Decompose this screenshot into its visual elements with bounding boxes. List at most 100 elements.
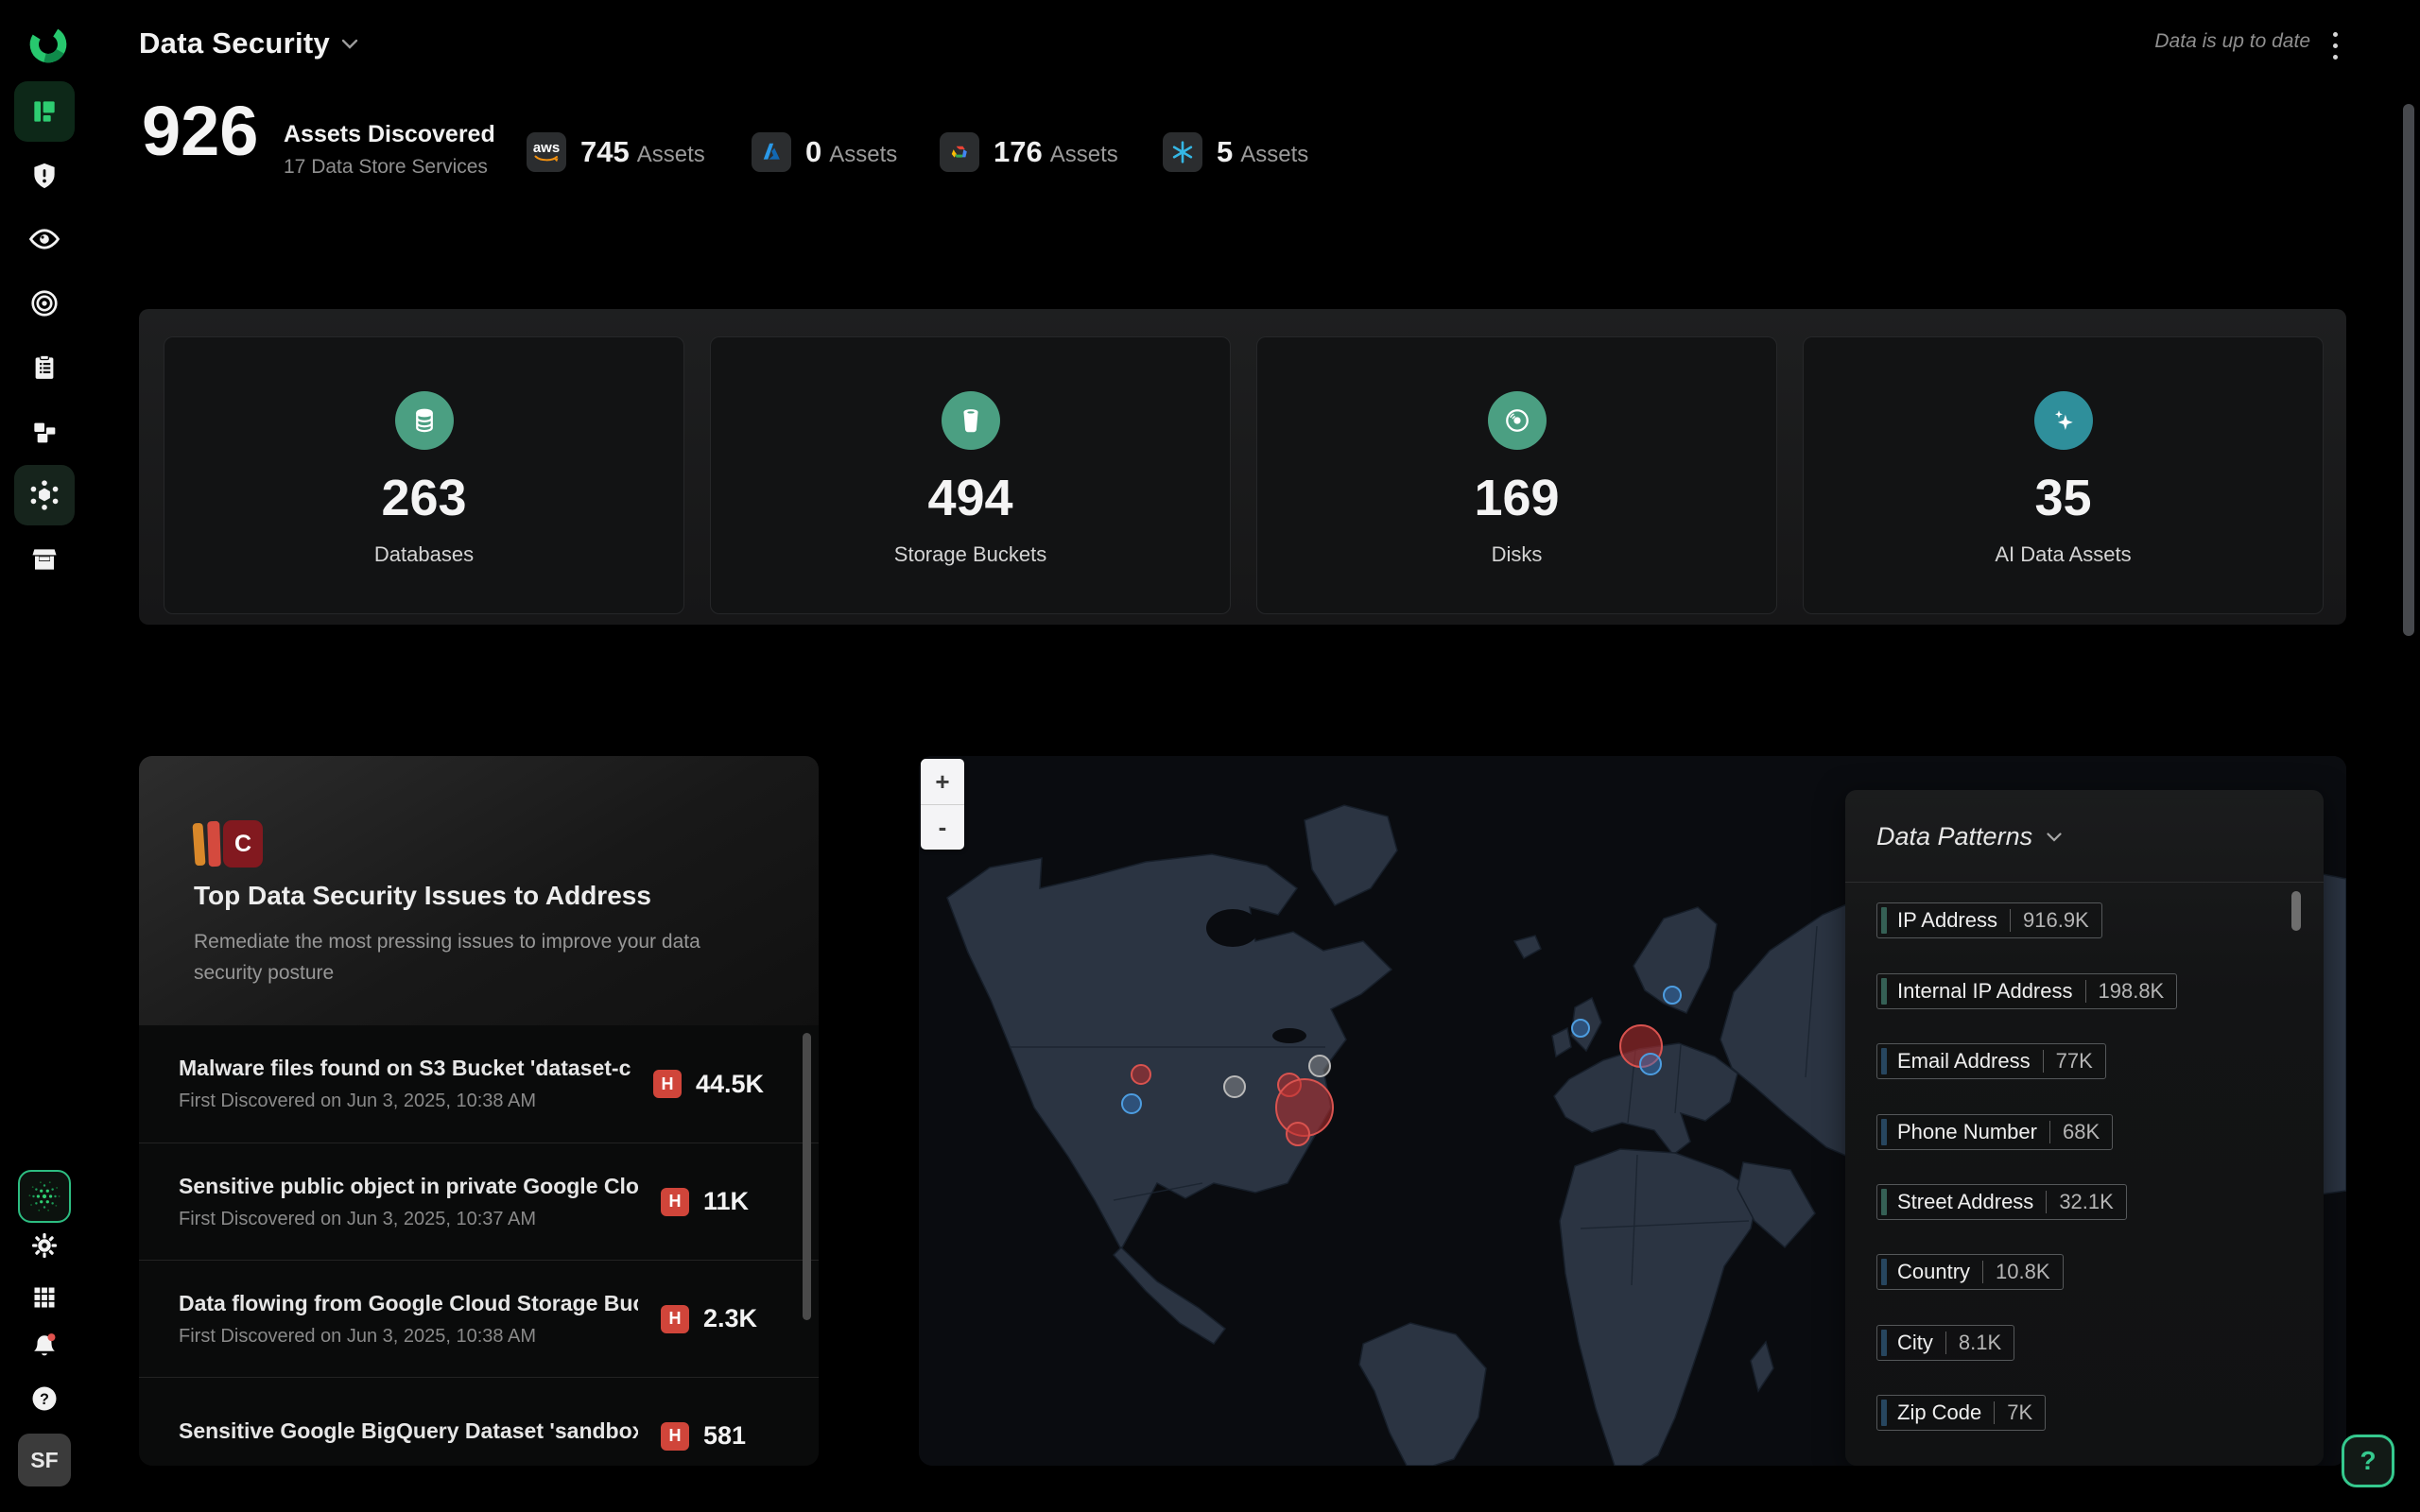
pattern-chip-country[interactable]: Country 10.8K [1876, 1254, 2064, 1290]
issues-panel-title: Top Data Security Issues to Address [194, 881, 651, 911]
pattern-label: IP Address [1887, 908, 2010, 933]
issue-row[interactable]: Data flowing from Google Cloud Storage B… [139, 1260, 819, 1377]
eye-icon [28, 223, 60, 255]
gcp-icon [940, 132, 979, 172]
issue-discovered: First Discovered on Jun 3, 2025, 10:38 A… [179, 1091, 631, 1112]
issue-row[interactable]: Sensitive Google BigQuery Dataset 'sandb… [139, 1377, 819, 1466]
card-ai-data-assets[interactable]: 35 AI Data Assets [1803, 336, 2324, 614]
chevron-down-icon[interactable] [2046, 832, 2063, 843]
disk-icon [1488, 391, 1547, 450]
snowflake-count: 5 [1217, 135, 1233, 168]
sidebar-item-apps[interactable] [14, 1271, 75, 1324]
assets-total: 926 [142, 91, 258, 171]
map-zoom-in-button[interactable]: + [921, 759, 964, 804]
sidebar-item-discovery[interactable] [14, 209, 75, 269]
azure-count: 0 [805, 135, 821, 168]
issue-title[interactable]: Sensitive Google BigQuery Dataset 'sandb… [179, 1418, 638, 1444]
issue-title[interactable]: Data flowing from Google Cloud Storage B… [179, 1291, 638, 1316]
issue-row[interactable]: Sensitive public object in private Googl… [139, 1143, 819, 1260]
pattern-label: Zip Code [1887, 1400, 1994, 1425]
pattern-chip-internal-ip-address[interactable]: Internal IP Address 198.8K [1876, 973, 2177, 1009]
question-icon: ? [30, 1384, 59, 1413]
map-zoom-out-button[interactable]: - [921, 804, 964, 850]
card-storage-buckets[interactable]: 494 Storage Buckets [710, 336, 1231, 614]
aws-unit: Assets [637, 142, 705, 167]
sidebar-item-inventory[interactable] [14, 402, 75, 462]
issues-scrollbar[interactable] [803, 1033, 811, 1320]
gcp-count: 176 [994, 135, 1043, 168]
data-patterns-scrollbar[interactable] [2291, 891, 2301, 931]
shield-alert-icon [30, 162, 59, 190]
map-bubble[interactable] [1309, 1056, 1330, 1076]
page-title: Data Security [139, 26, 330, 60]
asset-cards-section: 263 Databases 494 Storage Buckets 169 Di… [139, 309, 2346, 625]
pattern-value: 10.8K [1983, 1260, 2063, 1284]
map-bubble[interactable] [1664, 987, 1681, 1004]
pattern-label: Internal IP Address [1887, 979, 2085, 1004]
map-bubble[interactable] [1640, 1054, 1661, 1074]
map-bubble[interactable] [1132, 1065, 1150, 1084]
issue-discovered: First Discovered on Jun 3, 2025, 10:37 A… [179, 1209, 638, 1230]
pattern-chip-city[interactable]: City 8.1K [1876, 1325, 2014, 1361]
sidebar-item-settings[interactable] [14, 1219, 75, 1272]
snowflake-unit: Assets [1240, 142, 1308, 167]
severity-badge: H [661, 1422, 689, 1451]
map-zoom-controls: + - [921, 759, 964, 850]
help-button[interactable]: ? [2342, 1435, 2394, 1487]
title-dropdown-chevron[interactable] [340, 38, 359, 56]
issue-row[interactable]: Malware files found on S3 Bucket 'datase… [139, 1025, 819, 1143]
map-bubble[interactable] [1224, 1076, 1245, 1097]
sidebar-item-policies[interactable] [14, 337, 75, 398]
pattern-chip-street-address[interactable]: Street Address 32.1K [1876, 1184, 2127, 1220]
sidebar-item-dashboard[interactable] [14, 81, 75, 142]
pattern-chip-zip-code[interactable]: Zip Code 7K [1876, 1395, 2046, 1431]
dashboard-icon [29, 96, 60, 127]
pattern-chip-phone-number[interactable]: Phone Number 68K [1876, 1114, 2113, 1150]
sidebar-item-marketplace[interactable] [14, 529, 75, 590]
pattern-value: 32.1K [2047, 1190, 2126, 1214]
issue-title[interactable]: Malware files found on S3 Bucket 'datase… [179, 1056, 631, 1081]
provider-stat-snowflake: 5 Assets [1163, 132, 1308, 172]
sparkle-icon [2034, 391, 2093, 450]
sidebar-item-issues[interactable] [14, 146, 75, 206]
issues-stack-icon: C [194, 820, 269, 869]
ai-dots-icon [23, 1175, 66, 1218]
issue-title[interactable]: Sensitive public object in private Googl… [179, 1174, 638, 1199]
pattern-chip-email-address[interactable]: Email Address 77K [1876, 1043, 2106, 1079]
card-databases[interactable]: 263 Databases [164, 336, 684, 614]
provider-stat-gcp: 176 Assets [940, 132, 1118, 172]
bell-icon [29, 1332, 60, 1362]
kebab-menu-icon[interactable] [2318, 26, 2352, 64]
sidebar-item-notifications[interactable] [14, 1320, 75, 1373]
issue-count: 2.3K [703, 1304, 764, 1333]
gear-icon [30, 1231, 59, 1260]
ai-assistant-button[interactable] [18, 1170, 71, 1223]
gcp-unit: Assets [1050, 142, 1118, 167]
assets-discovered-label: Assets Discovered [284, 121, 495, 148]
card-disks[interactable]: 169 Disks [1256, 336, 1777, 614]
sidebar-item-help[interactable]: ? [14, 1372, 75, 1425]
pattern-label: Country [1887, 1260, 1982, 1284]
map-bubble[interactable] [1122, 1094, 1141, 1113]
pattern-value: 7K [1995, 1400, 2045, 1425]
pattern-chip-ip-address[interactable]: IP Address 916.9K [1876, 902, 2102, 938]
sidebar-item-data-landscape[interactable] [14, 465, 75, 525]
severity-badge: H [653, 1070, 682, 1098]
database-icon [395, 391, 454, 450]
map-bubble[interactable] [1572, 1020, 1589, 1037]
severity-badge: H [661, 1188, 689, 1216]
disks-label: Disks [1492, 542, 1543, 567]
avatar[interactable]: SF [18, 1434, 71, 1486]
data-status-text: Data is up to date [2154, 30, 2310, 53]
storage-buckets-label: Storage Buckets [894, 542, 1046, 567]
pattern-value: 68K [2050, 1120, 2112, 1144]
data-store-services-label: 17 Data Store Services [284, 156, 495, 179]
issues-list: Malware files found on S3 Bucket 'datase… [139, 1025, 819, 1466]
assets-summary-labels: Assets Discovered 17 Data Store Services [284, 121, 495, 179]
map-bubble[interactable] [1287, 1123, 1309, 1145]
snowflake-icon [1163, 132, 1202, 172]
sidebar-item-classification[interactable] [14, 273, 75, 334]
pattern-value: 198.8K [2086, 979, 2177, 1004]
page-scrollbar[interactable] [2403, 104, 2414, 636]
app-logo[interactable] [26, 23, 70, 66]
